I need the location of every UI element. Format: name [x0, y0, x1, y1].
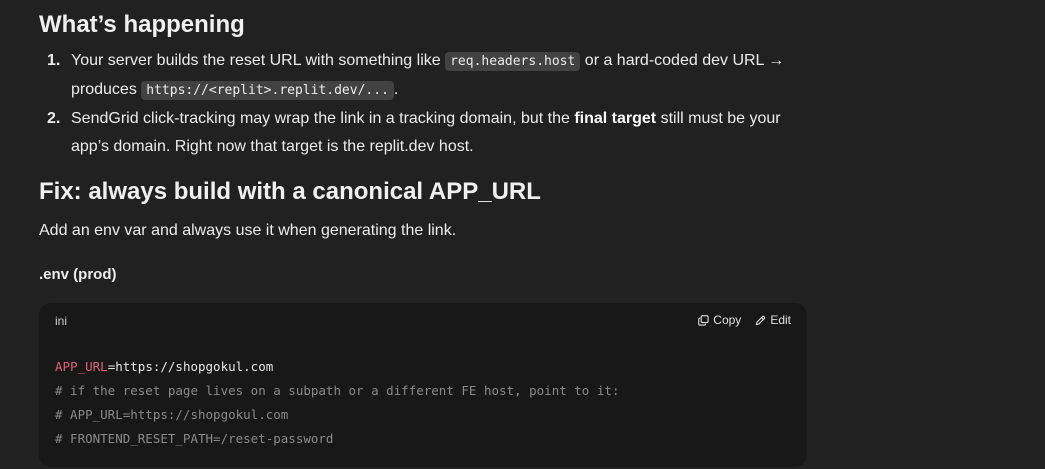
list-item: 1. Your server builds the reset URL with…	[39, 47, 807, 105]
edit-button[interactable]: Edit	[755, 313, 791, 327]
code-content: APP_URL=https://shopgokul.com # if the r…	[55, 355, 619, 451]
steps-list: 1. Your server builds the reset URL with…	[39, 47, 807, 161]
paragraph: Add an env var and always use it when ge…	[39, 222, 457, 239]
code-actions: Copy Edit	[698, 313, 791, 327]
list-item: 2. SendGrid click-tracking may wrap the …	[39, 105, 807, 161]
code-comment: # APP_URL=https://shopgokul.com	[55, 407, 289, 422]
file-label: .env (prod)	[39, 266, 117, 283]
copy-label: Copy	[713, 313, 742, 327]
code-env-key: APP_URL	[55, 359, 108, 374]
pencil-icon	[755, 315, 766, 326]
list-number: 1.	[47, 52, 61, 69]
inline-code: https://<replit>.replit.dev/...	[141, 81, 394, 100]
step-text: Your server builds the reset URL with so…	[71, 52, 446, 69]
code-language-label: ini	[55, 314, 68, 328]
list-number: 2.	[47, 110, 61, 127]
code-env-value: =https://shopgokul.com	[107, 359, 274, 374]
heading-whats-happening: What’s happening	[39, 11, 245, 38]
bold-text: final target	[574, 110, 657, 127]
code-comment: # if the reset page lives on a subpath o…	[55, 383, 620, 398]
code-comment: # FRONTEND_RESET_PATH=/reset-password	[55, 431, 334, 446]
copy-button[interactable]: Copy	[698, 313, 741, 327]
inline-code: req.headers.host	[445, 52, 581, 71]
edit-label: Edit	[770, 313, 791, 327]
step-text: .	[393, 81, 399, 98]
code-block: ini Copy Edit APP_URL=https://shopgokul.…	[39, 303, 807, 467]
heading-fix: Fix: always build with a canonical APP_U…	[39, 178, 541, 205]
copy-icon	[698, 314, 709, 326]
step-text: SendGrid click-tracking may wrap the lin…	[71, 110, 575, 127]
